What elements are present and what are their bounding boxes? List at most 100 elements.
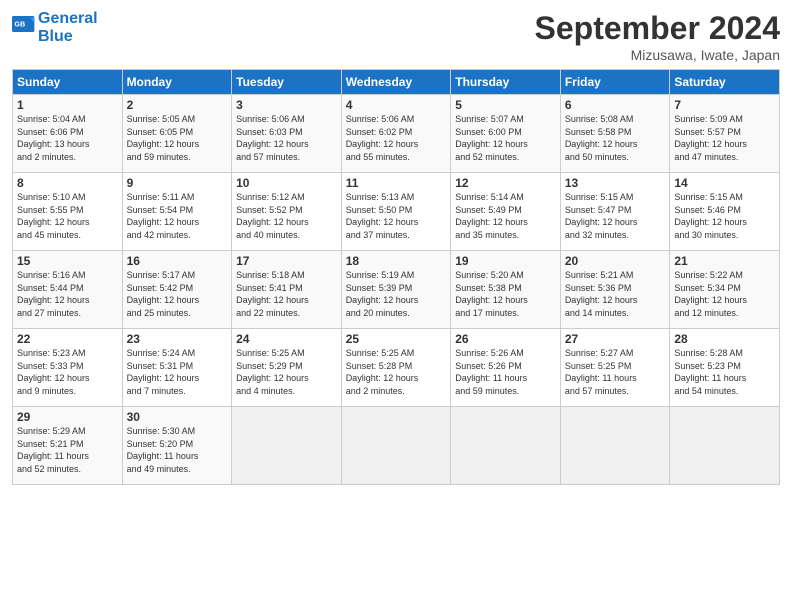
day-info: Sunrise: 5:27 AMSunset: 5:25 PMDaylight:…: [565, 347, 666, 397]
day-info: Sunrise: 5:04 AMSunset: 6:06 PMDaylight:…: [17, 113, 118, 163]
day-number: 27: [565, 332, 666, 346]
day-number: 22: [17, 332, 118, 346]
day-number: 8: [17, 176, 118, 190]
weekday-header-row: SundayMondayTuesdayWednesdayThursdayFrid…: [13, 70, 780, 95]
day-number: 23: [127, 332, 228, 346]
weekday-header-thursday: Thursday: [451, 70, 561, 95]
calendar-week-2: 8Sunrise: 5:10 AMSunset: 5:55 PMDaylight…: [13, 173, 780, 251]
logo-icon: GB: [12, 16, 36, 40]
day-number: 7: [674, 98, 775, 112]
calendar-day: 7Sunrise: 5:09 AMSunset: 5:57 PMDaylight…: [670, 95, 780, 173]
day-number: 17: [236, 254, 337, 268]
day-number: 14: [674, 176, 775, 190]
day-number: 11: [346, 176, 447, 190]
calendar-day: 14Sunrise: 5:15 AMSunset: 5:46 PMDayligh…: [670, 173, 780, 251]
day-info: Sunrise: 5:07 AMSunset: 6:00 PMDaylight:…: [455, 113, 556, 163]
logo-line2: Blue: [38, 28, 98, 46]
day-info: Sunrise: 5:15 AMSunset: 5:46 PMDaylight:…: [674, 191, 775, 241]
calendar-week-4: 22Sunrise: 5:23 AMSunset: 5:33 PMDayligh…: [13, 329, 780, 407]
calendar-day: 27Sunrise: 5:27 AMSunset: 5:25 PMDayligh…: [560, 329, 670, 407]
calendar-day: 12Sunrise: 5:14 AMSunset: 5:49 PMDayligh…: [451, 173, 561, 251]
weekday-header-sunday: Sunday: [13, 70, 123, 95]
month-title: September 2024: [535, 10, 780, 47]
title-block: September 2024 Mizusawa, Iwate, Japan: [535, 10, 780, 63]
day-info: Sunrise: 5:24 AMSunset: 5:31 PMDaylight:…: [127, 347, 228, 397]
day-number: 3: [236, 98, 337, 112]
day-info: Sunrise: 5:22 AMSunset: 5:34 PMDaylight:…: [674, 269, 775, 319]
day-number: 16: [127, 254, 228, 268]
calendar-day: 24Sunrise: 5:25 AMSunset: 5:29 PMDayligh…: [232, 329, 342, 407]
day-info: Sunrise: 5:14 AMSunset: 5:49 PMDaylight:…: [455, 191, 556, 241]
day-info: Sunrise: 5:09 AMSunset: 5:57 PMDaylight:…: [674, 113, 775, 163]
day-info: Sunrise: 5:10 AMSunset: 5:55 PMDaylight:…: [17, 191, 118, 241]
day-info: Sunrise: 5:15 AMSunset: 5:47 PMDaylight:…: [565, 191, 666, 241]
day-info: Sunrise: 5:21 AMSunset: 5:36 PMDaylight:…: [565, 269, 666, 319]
day-info: Sunrise: 5:25 AMSunset: 5:28 PMDaylight:…: [346, 347, 447, 397]
calendar-day: 4Sunrise: 5:06 AMSunset: 6:02 PMDaylight…: [341, 95, 451, 173]
weekday-header-tuesday: Tuesday: [232, 70, 342, 95]
calendar-day: [232, 407, 342, 485]
day-number: 24: [236, 332, 337, 346]
day-info: Sunrise: 5:16 AMSunset: 5:44 PMDaylight:…: [17, 269, 118, 319]
day-number: 5: [455, 98, 556, 112]
day-number: 10: [236, 176, 337, 190]
day-info: Sunrise: 5:29 AMSunset: 5:21 PMDaylight:…: [17, 425, 118, 475]
calendar-day: 3Sunrise: 5:06 AMSunset: 6:03 PMDaylight…: [232, 95, 342, 173]
calendar-day: 20Sunrise: 5:21 AMSunset: 5:36 PMDayligh…: [560, 251, 670, 329]
page-container: GB General Blue September 2024 Mizusawa,…: [0, 0, 792, 495]
day-info: Sunrise: 5:23 AMSunset: 5:33 PMDaylight:…: [17, 347, 118, 397]
day-number: 13: [565, 176, 666, 190]
day-info: Sunrise: 5:06 AMSunset: 6:03 PMDaylight:…: [236, 113, 337, 163]
calendar-day: 29Sunrise: 5:29 AMSunset: 5:21 PMDayligh…: [13, 407, 123, 485]
day-info: Sunrise: 5:12 AMSunset: 5:52 PMDaylight:…: [236, 191, 337, 241]
day-info: Sunrise: 5:20 AMSunset: 5:38 PMDaylight:…: [455, 269, 556, 319]
day-info: Sunrise: 5:19 AMSunset: 5:39 PMDaylight:…: [346, 269, 447, 319]
day-number: 29: [17, 410, 118, 424]
calendar-week-3: 15Sunrise: 5:16 AMSunset: 5:44 PMDayligh…: [13, 251, 780, 329]
day-number: 30: [127, 410, 228, 424]
day-info: Sunrise: 5:17 AMSunset: 5:42 PMDaylight:…: [127, 269, 228, 319]
calendar-table: SundayMondayTuesdayWednesdayThursdayFrid…: [12, 69, 780, 485]
calendar-day: 11Sunrise: 5:13 AMSunset: 5:50 PMDayligh…: [341, 173, 451, 251]
day-number: 21: [674, 254, 775, 268]
weekday-header-monday: Monday: [122, 70, 232, 95]
weekday-header-saturday: Saturday: [670, 70, 780, 95]
day-number: 26: [455, 332, 556, 346]
calendar-day: 10Sunrise: 5:12 AMSunset: 5:52 PMDayligh…: [232, 173, 342, 251]
day-info: Sunrise: 5:28 AMSunset: 5:23 PMDaylight:…: [674, 347, 775, 397]
calendar-day: 26Sunrise: 5:26 AMSunset: 5:26 PMDayligh…: [451, 329, 561, 407]
day-number: 25: [346, 332, 447, 346]
calendar-week-1: 1Sunrise: 5:04 AMSunset: 6:06 PMDaylight…: [13, 95, 780, 173]
day-number: 12: [455, 176, 556, 190]
day-info: Sunrise: 5:05 AMSunset: 6:05 PMDaylight:…: [127, 113, 228, 163]
svg-text:GB: GB: [14, 19, 25, 28]
day-number: 6: [565, 98, 666, 112]
day-info: Sunrise: 5:26 AMSunset: 5:26 PMDaylight:…: [455, 347, 556, 397]
calendar-week-5: 29Sunrise: 5:29 AMSunset: 5:21 PMDayligh…: [13, 407, 780, 485]
day-info: Sunrise: 5:25 AMSunset: 5:29 PMDaylight:…: [236, 347, 337, 397]
calendar-day: 23Sunrise: 5:24 AMSunset: 5:31 PMDayligh…: [122, 329, 232, 407]
day-info: Sunrise: 5:06 AMSunset: 6:02 PMDaylight:…: [346, 113, 447, 163]
day-info: Sunrise: 5:18 AMSunset: 5:41 PMDaylight:…: [236, 269, 337, 319]
calendar-day: 8Sunrise: 5:10 AMSunset: 5:55 PMDaylight…: [13, 173, 123, 251]
calendar-day: 16Sunrise: 5:17 AMSunset: 5:42 PMDayligh…: [122, 251, 232, 329]
day-info: Sunrise: 5:13 AMSunset: 5:50 PMDaylight:…: [346, 191, 447, 241]
calendar-day: [560, 407, 670, 485]
day-number: 18: [346, 254, 447, 268]
page-header: GB General Blue September 2024 Mizusawa,…: [12, 10, 780, 63]
calendar-day: 1Sunrise: 5:04 AMSunset: 6:06 PMDaylight…: [13, 95, 123, 173]
day-number: 15: [17, 254, 118, 268]
logo-line1: General: [38, 10, 98, 28]
day-number: 9: [127, 176, 228, 190]
calendar-day: 9Sunrise: 5:11 AMSunset: 5:54 PMDaylight…: [122, 173, 232, 251]
weekday-header-friday: Friday: [560, 70, 670, 95]
day-number: 28: [674, 332, 775, 346]
weekday-header-wednesday: Wednesday: [341, 70, 451, 95]
day-number: 1: [17, 98, 118, 112]
day-number: 2: [127, 98, 228, 112]
calendar-day: 6Sunrise: 5:08 AMSunset: 5:58 PMDaylight…: [560, 95, 670, 173]
day-info: Sunrise: 5:11 AMSunset: 5:54 PMDaylight:…: [127, 191, 228, 241]
calendar-day: 15Sunrise: 5:16 AMSunset: 5:44 PMDayligh…: [13, 251, 123, 329]
calendar-day: 22Sunrise: 5:23 AMSunset: 5:33 PMDayligh…: [13, 329, 123, 407]
calendar-day: 17Sunrise: 5:18 AMSunset: 5:41 PMDayligh…: [232, 251, 342, 329]
